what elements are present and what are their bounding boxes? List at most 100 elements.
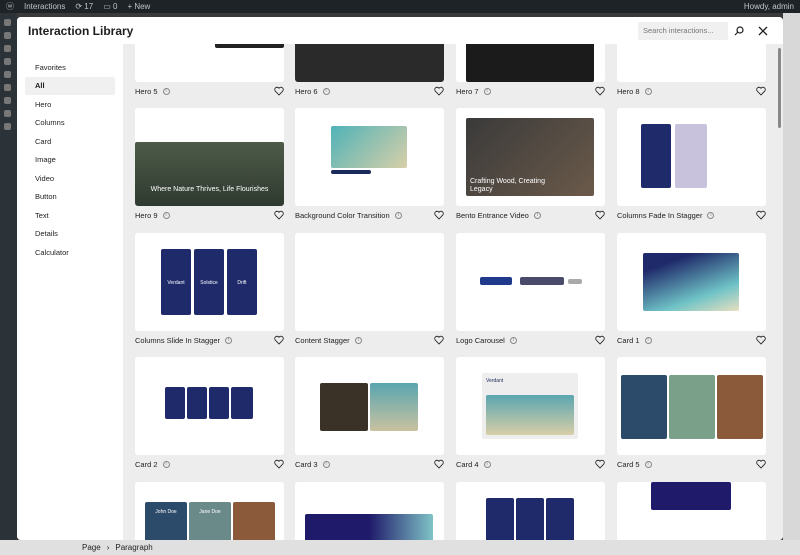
thumbnail: Verdant Solstice Drift	[135, 233, 284, 331]
info-icon[interactable]: i	[162, 460, 170, 468]
grid-scrollbar[interactable]	[778, 44, 781, 540]
card-bento-entrance-video[interactable]: Crafting Wood, Creating Legacy Bento Ent…	[456, 108, 605, 224]
card-row5-1[interactable]: John Doe Jane Doe	[135, 482, 284, 540]
thumbnail	[456, 482, 605, 540]
breadcrumb-page[interactable]: Page	[82, 543, 101, 552]
card-columns-fade-in-stagger[interactable]: Columns Fade In Stagger i	[617, 108, 766, 224]
thumbnail	[295, 233, 444, 331]
category-button[interactable]: Button	[25, 188, 115, 207]
heart-icon[interactable]	[756, 86, 766, 96]
card-row5-2[interactable]	[295, 482, 444, 540]
category-card[interactable]: Card	[25, 132, 115, 151]
thumbnail	[135, 357, 284, 455]
heart-icon[interactable]	[274, 86, 284, 96]
heart-icon[interactable]	[434, 210, 444, 220]
thumbnail	[295, 357, 444, 455]
search-icon[interactable]	[730, 22, 748, 40]
info-icon[interactable]: i	[483, 460, 491, 468]
card-hero-6[interactable]: Hero 6i	[295, 44, 444, 100]
card-card-1[interactable]: Card 1i	[617, 233, 766, 349]
user-greeting[interactable]: Howdy, admin	[744, 2, 794, 11]
info-icon[interactable]: i	[354, 336, 362, 344]
card-card-5[interactable]: Card 5i	[617, 357, 766, 473]
admin-sidebar	[0, 13, 17, 555]
thumbnail	[295, 482, 444, 540]
modal-header: Interaction Library Search interactions.…	[17, 17, 783, 44]
info-icon[interactable]: i	[509, 336, 517, 344]
info-icon[interactable]: i	[644, 87, 652, 95]
thumbnail	[617, 482, 766, 540]
category-columns[interactable]: Columns	[25, 114, 115, 133]
heart-icon[interactable]	[595, 86, 605, 96]
heart-icon[interactable]	[434, 335, 444, 345]
category-hero[interactable]: Hero	[25, 95, 115, 114]
breadcrumb-paragraph[interactable]: Paragraph	[115, 543, 152, 552]
card-card-3[interactable]: Card 3i	[295, 357, 444, 473]
card-content-stagger[interactable]: Content Stagger i	[295, 233, 444, 349]
category-favorites[interactable]: Favorites	[25, 58, 115, 77]
card-4-verdant-label: Verdant	[486, 378, 504, 384]
heart-icon[interactable]	[274, 459, 284, 469]
new-link[interactable]: + New	[127, 2, 150, 11]
card-card-2[interactable]: Card 2i	[135, 357, 284, 473]
info-icon[interactable]: i	[483, 87, 491, 95]
john-label: John Doe	[155, 509, 177, 515]
card-background-color-transition[interactable]: Background Color Transition i	[295, 108, 444, 224]
jane-label: Jane Doe	[199, 509, 221, 515]
info-icon[interactable]: i	[533, 211, 541, 219]
info-icon[interactable]: i	[644, 460, 652, 468]
info-icon[interactable]: i	[394, 211, 402, 219]
heart-icon[interactable]	[274, 210, 284, 220]
updates-link[interactable]: ⟳ 17	[75, 2, 93, 11]
info-icon[interactable]: i	[162, 87, 170, 95]
heart-icon[interactable]	[274, 335, 284, 345]
site-name-link[interactable]: Interactions	[24, 2, 65, 11]
card-hero-7[interactable]: Hero 7i	[456, 44, 605, 100]
card-hero-9[interactable]: Where Nature Thrives, Life Flourishes He…	[135, 108, 284, 224]
thumbnail: John Doe Jane Doe	[135, 482, 284, 540]
info-icon[interactable]: i	[644, 336, 652, 344]
card-logo-carousel[interactable]: Logo Carousel i	[456, 233, 605, 349]
category-video[interactable]: Video	[25, 169, 115, 188]
interaction-grid: Hero 5i Hero 6i Hero 7i Hero 8i Where Na…	[123, 44, 783, 540]
thumbnail	[135, 44, 284, 82]
info-icon[interactable]: i	[707, 211, 715, 219]
card-columns-slide-in-stagger[interactable]: Verdant Solstice Drift Columns Slide In …	[135, 233, 284, 349]
heart-icon[interactable]	[595, 210, 605, 220]
thumbnail: Where Nature Thrives, Life Flourishes	[135, 108, 284, 206]
card-row5-4[interactable]	[617, 482, 766, 540]
thumbnail	[295, 44, 444, 82]
heart-icon[interactable]	[434, 459, 444, 469]
category-sidebar: Favorites All Hero Columns Card Image Vi…	[17, 44, 123, 540]
thumbnail: Crafting Wood, Creating Legacy	[456, 108, 605, 206]
wordpress-icon[interactable]: ⓦ	[6, 1, 14, 12]
admin-bar: ⓦ Interactions ⟳ 17 ▭ 0 + New Howdy, adm…	[0, 0, 800, 13]
search-input[interactable]: Search interactions...	[638, 21, 728, 40]
category-calculator[interactable]: Calculator	[25, 243, 115, 262]
thumbnail	[456, 44, 605, 82]
category-details[interactable]: Details	[25, 225, 115, 244]
verdant-label: Verdant	[167, 280, 185, 286]
heart-icon[interactable]	[756, 335, 766, 345]
thumbnail	[617, 108, 766, 206]
thumbnail	[617, 44, 766, 82]
info-icon[interactable]: i	[322, 87, 330, 95]
category-all[interactable]: All	[25, 76, 115, 95]
heart-icon[interactable]	[756, 459, 766, 469]
info-icon[interactable]: i	[162, 211, 170, 219]
close-icon[interactable]	[754, 22, 772, 40]
heart-icon[interactable]	[434, 86, 444, 96]
category-text[interactable]: Text	[25, 206, 115, 225]
category-image[interactable]: Image	[25, 151, 115, 170]
card-card-4[interactable]: Verdant Card 4i	[456, 357, 605, 473]
card-hero-8[interactable]: Hero 8i	[617, 44, 766, 100]
card-row5-3[interactable]	[456, 482, 605, 540]
info-icon[interactable]: i	[322, 460, 330, 468]
info-icon[interactable]: i	[225, 336, 233, 344]
heart-icon[interactable]	[756, 210, 766, 220]
drift-label: Drift	[237, 280, 247, 286]
heart-icon[interactable]	[595, 335, 605, 345]
comments-link[interactable]: ▭ 0	[103, 2, 117, 11]
heart-icon[interactable]	[595, 459, 605, 469]
card-hero-5[interactable]: Hero 5i	[135, 44, 284, 100]
